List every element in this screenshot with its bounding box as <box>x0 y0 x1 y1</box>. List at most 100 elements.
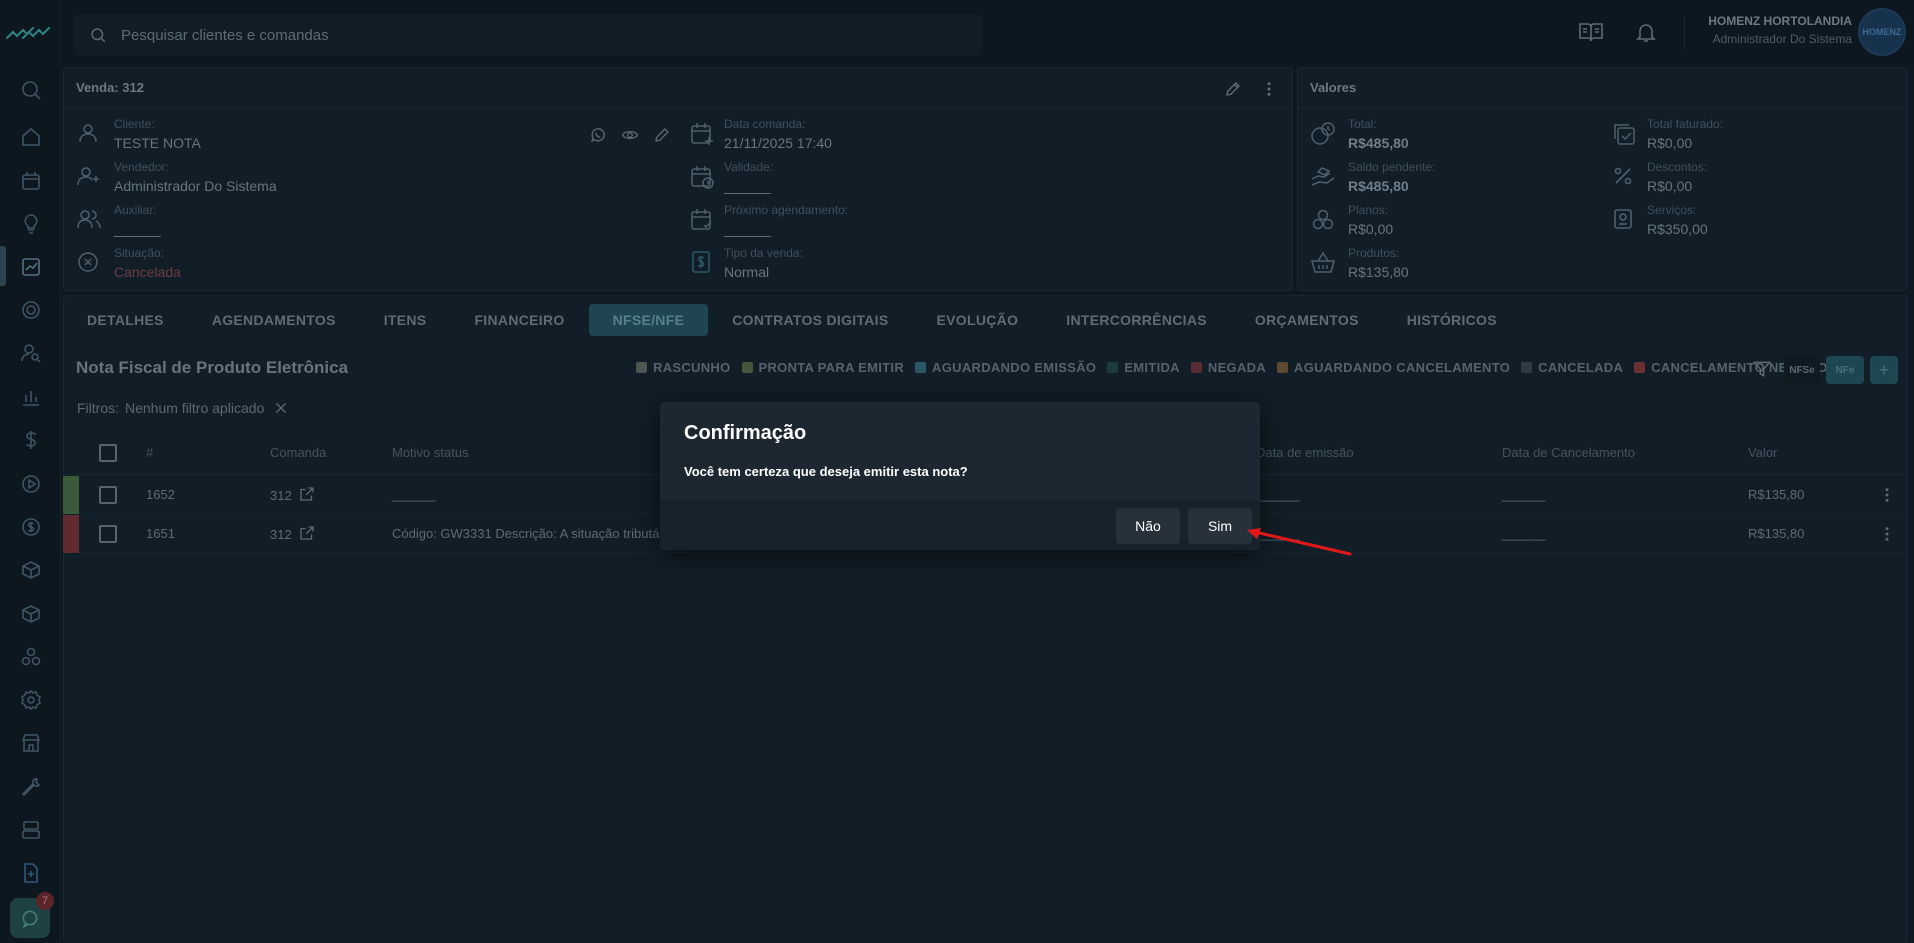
nfse-toggle[interactable]: NFSe <box>1784 356 1820 384</box>
edit-client-icon[interactable] <box>653 126 671 144</box>
add-button[interactable]: + <box>1870 356 1898 384</box>
faturado-field: Total faturado: R$0,00 <box>1647 117 1723 151</box>
annotation-arrow <box>1247 528 1352 556</box>
row-emissao: ______ <box>1256 487 1300 502</box>
home-icon[interactable] <box>19 125 43 149</box>
external-link-icon[interactable] <box>298 524 316 542</box>
row-comanda[interactable]: 312 <box>270 526 316 542</box>
servicos-label: Serviços: <box>1647 203 1697 217</box>
dollar-icon[interactable] <box>19 428 43 452</box>
cliente-label: Cliente: <box>114 117 155 131</box>
user-search-icon[interactable] <box>19 341 43 365</box>
server-icon[interactable] <box>19 818 43 842</box>
row-more-icon[interactable] <box>1878 525 1896 543</box>
eye-icon[interactable] <box>621 126 639 144</box>
box-search-icon[interactable] <box>19 558 43 582</box>
active-indicator <box>0 246 6 286</box>
valores-title: Valores <box>1298 68 1907 108</box>
col-motivo: Motivo status <box>392 445 469 460</box>
tab-contratos-digitais[interactable]: CONTRATOS DIGITAIS <box>708 304 912 336</box>
venda-title: Venda: 312 <box>64 68 1292 108</box>
user-role: Administrador Do Sistema <box>1712 32 1852 46</box>
total-value: R$485,80 <box>1348 135 1409 151</box>
tab-nfse-nfe[interactable]: NFSE/NFE <box>588 304 709 336</box>
user-name: HOMENZ HORTOLANDIA <box>1708 14 1852 28</box>
chat-badge: 7 <box>36 892 54 910</box>
saldo-field: Saldo pendente: R$485,80 <box>1348 160 1435 194</box>
legend-swatch <box>1634 362 1646 373</box>
filters-value: Nenhum filtro aplicado <box>125 400 265 416</box>
wrench-icon[interactable] <box>19 775 43 799</box>
legend-swatch <box>1521 362 1533 373</box>
tab-financeiro[interactable]: FINANCEIRO <box>450 304 588 336</box>
calendar-clock-icon <box>689 164 715 190</box>
search-input[interactable]: Pesquisar clientes e comandas <box>73 14 983 56</box>
more-vertical-icon[interactable] <box>1260 80 1278 98</box>
gear-icon[interactable] <box>19 688 43 712</box>
plans-icon <box>1310 207 1336 233</box>
data-comanda-label: Data comanda: <box>724 117 806 131</box>
sales-icon[interactable] <box>19 255 43 279</box>
row-checkbox[interactable] <box>99 486 117 504</box>
planos-value: R$0,00 <box>1348 221 1394 237</box>
avatar[interactable]: HOMENZ <box>1858 8 1906 56</box>
calendar-icon[interactable] <box>19 169 43 193</box>
external-link-icon[interactable] <box>298 485 316 503</box>
col-emissao: Data de emissão <box>1256 445 1354 460</box>
comanda-number: 312 <box>270 526 292 542</box>
play-icon[interactable] <box>19 472 43 496</box>
user-icon <box>76 121 100 145</box>
tab-historicos[interactable]: HISTÓRICOS <box>1383 304 1521 336</box>
whatsapp-icon[interactable] <box>589 126 607 144</box>
filter-icon[interactable] <box>1752 359 1772 379</box>
col-cancelamento: Data de Cancelamento <box>1502 445 1635 460</box>
tab-evolucao[interactable]: EVOLUÇÃO <box>913 304 1043 336</box>
logo <box>6 27 54 41</box>
legend-swatch <box>1190 362 1202 373</box>
legend-label: AGUARDANDO CANCELAMENTO <box>1294 360 1511 375</box>
status-stripe <box>63 515 79 553</box>
services-icon <box>1611 207 1635 231</box>
situacao-label: Situação: <box>114 246 165 260</box>
select-all-checkbox[interactable] <box>99 444 117 462</box>
row-more-icon[interactable] <box>1878 486 1896 504</box>
lightbulb-icon[interactable] <box>19 212 43 236</box>
tab-itens[interactable]: ITENS <box>360 304 451 336</box>
servicos-field: Serviços: R$350,00 <box>1647 203 1708 237</box>
produtos-value: R$135,80 <box>1348 264 1409 280</box>
legend-item: CANCELADA <box>1521 360 1623 375</box>
situacao-value: Cancelada <box>114 264 181 280</box>
plans-icon[interactable] <box>19 645 43 669</box>
clear-filters-icon[interactable] <box>274 401 288 415</box>
package-icon[interactable] <box>19 602 43 626</box>
user-add-icon <box>76 164 102 188</box>
row-comanda[interactable]: 312 <box>270 487 316 503</box>
bell-icon[interactable] <box>1634 20 1658 44</box>
main-content <box>63 295 1908 943</box>
validade-field: Validade: ______ <box>724 160 773 194</box>
comanda-number: 312 <box>270 487 292 503</box>
servicos-value: R$350,00 <box>1647 221 1708 237</box>
user-info[interactable]: HOMENZ HORTOLANDIA Administrador Do Sist… <box>1708 14 1852 46</box>
book-icon[interactable] <box>1578 20 1604 44</box>
edit-icon[interactable] <box>1224 80 1242 98</box>
row-checkbox[interactable] <box>99 525 117 543</box>
document-plus-icon[interactable] <box>19 861 43 885</box>
reports-icon[interactable] <box>19 385 43 409</box>
tipo-venda-label: Tipo da venda: <box>724 246 803 260</box>
no-button[interactable]: Não <box>1116 508 1180 544</box>
tab-orcamentos[interactable]: ORÇAMENTOS <box>1231 304 1383 336</box>
nfe-toggle[interactable]: NFe <box>1826 356 1864 384</box>
col-valor: Valor <box>1748 445 1778 460</box>
yes-button[interactable]: Sim <box>1188 508 1252 544</box>
store-icon[interactable] <box>19 731 43 755</box>
coin-icon[interactable] <box>19 515 43 539</box>
tab-agendamentos[interactable]: AGENDAMENTOS <box>188 304 360 336</box>
target-icon[interactable] <box>19 298 43 322</box>
tab-detalhes[interactable]: DETALHES <box>63 304 188 336</box>
search-icon[interactable] <box>19 78 43 102</box>
chat-icon <box>20 908 40 928</box>
row-id: 1652 <box>146 487 175 502</box>
tab-intercorrencias[interactable]: INTERCORRÊNCIAS <box>1042 304 1231 336</box>
top-bar: Pesquisar clientes e comandas HOMENZ HOR… <box>61 0 1914 64</box>
